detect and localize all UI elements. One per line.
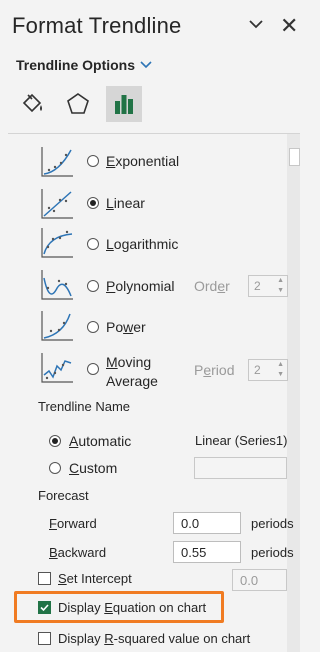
set-intercept-label[interactable]: Set Intercept bbox=[58, 571, 132, 586]
logarithmic-trend-icon bbox=[39, 226, 75, 260]
linear-trend-icon bbox=[39, 187, 75, 221]
custom-radio[interactable] bbox=[49, 462, 61, 474]
custom-label[interactable]: Custom bbox=[69, 460, 117, 476]
power-radio[interactable] bbox=[87, 321, 99, 333]
automatic-name-value: Linear (Series1) bbox=[195, 433, 288, 448]
polynomial-radio[interactable] bbox=[87, 280, 99, 292]
order-label: Order bbox=[194, 278, 230, 294]
backward-unit: periods bbox=[251, 545, 294, 560]
forecast-heading: Forecast bbox=[38, 488, 89, 503]
trendline-options-icon[interactable] bbox=[106, 86, 142, 122]
effects-icon[interactable] bbox=[60, 86, 96, 122]
highlight-box bbox=[14, 591, 224, 623]
power-trend-icon bbox=[39, 309, 75, 343]
forward-label: Forward bbox=[49, 516, 97, 531]
order-spinner[interactable]: 2 ▲ ▼ bbox=[248, 275, 288, 297]
logarithmic-radio[interactable] bbox=[87, 238, 99, 250]
moving-average-radio[interactable] bbox=[87, 363, 99, 375]
forward-unit: periods bbox=[251, 516, 294, 531]
intercept-input[interactable]: 0.0 bbox=[232, 569, 287, 591]
period-label: Period bbox=[194, 362, 235, 378]
display-rsquared-label[interactable]: Display R-squared value on chart bbox=[58, 631, 250, 646]
polynomial-label[interactable]: Polynomial bbox=[106, 278, 174, 294]
automatic-label[interactable]: Automatic bbox=[69, 433, 131, 449]
moving-average-label[interactable]: Moving bbox=[106, 354, 151, 370]
pane-title: Format Trendline bbox=[12, 13, 182, 38]
moving-average-label-line2[interactable]: Average bbox=[106, 373, 158, 389]
moving-average-trend-icon bbox=[39, 351, 75, 385]
spin-down-icon[interactable]: ▼ bbox=[277, 287, 284, 294]
linear-label[interactable]: Linear bbox=[106, 195, 145, 211]
set-intercept-checkbox[interactable] bbox=[38, 572, 51, 585]
linear-radio[interactable] bbox=[87, 197, 99, 209]
section-chevron-down-icon[interactable] bbox=[139, 58, 153, 70]
logarithmic-label[interactable]: Logarithmic bbox=[106, 236, 178, 252]
polynomial-trend-icon bbox=[39, 268, 75, 302]
spin-down-icon[interactable]: ▼ bbox=[277, 371, 284, 378]
divider bbox=[8, 133, 300, 134]
exponential-trend-icon bbox=[39, 145, 75, 179]
period-spinner[interactable]: 2 ▲ ▼ bbox=[248, 359, 288, 381]
pane-options-chevron-icon[interactable] bbox=[246, 15, 266, 35]
exponential-label[interactable]: Exponential bbox=[106, 153, 179, 169]
automatic-radio[interactable] bbox=[49, 435, 61, 447]
exponential-radio[interactable] bbox=[87, 155, 99, 167]
trendline-name-heading: Trendline Name bbox=[38, 399, 131, 414]
section-title[interactable]: Trendline Options bbox=[16, 57, 135, 73]
backward-input[interactable]: 0.55 bbox=[173, 541, 241, 563]
custom-name-input[interactable] bbox=[194, 457, 287, 479]
fill-line-icon[interactable] bbox=[14, 86, 50, 122]
power-label[interactable]: Power bbox=[106, 319, 146, 335]
display-rsquared-checkbox[interactable] bbox=[38, 632, 51, 645]
backward-label: Backward bbox=[49, 545, 107, 560]
forward-input[interactable]: 0.0 bbox=[173, 512, 241, 534]
spin-up-icon[interactable]: ▲ bbox=[277, 361, 284, 368]
scrollbar-thumb[interactable] bbox=[289, 148, 300, 166]
scrollbar[interactable] bbox=[287, 134, 300, 652]
close-icon[interactable]: ✕ bbox=[280, 13, 298, 39]
spin-up-icon[interactable]: ▲ bbox=[277, 277, 284, 284]
